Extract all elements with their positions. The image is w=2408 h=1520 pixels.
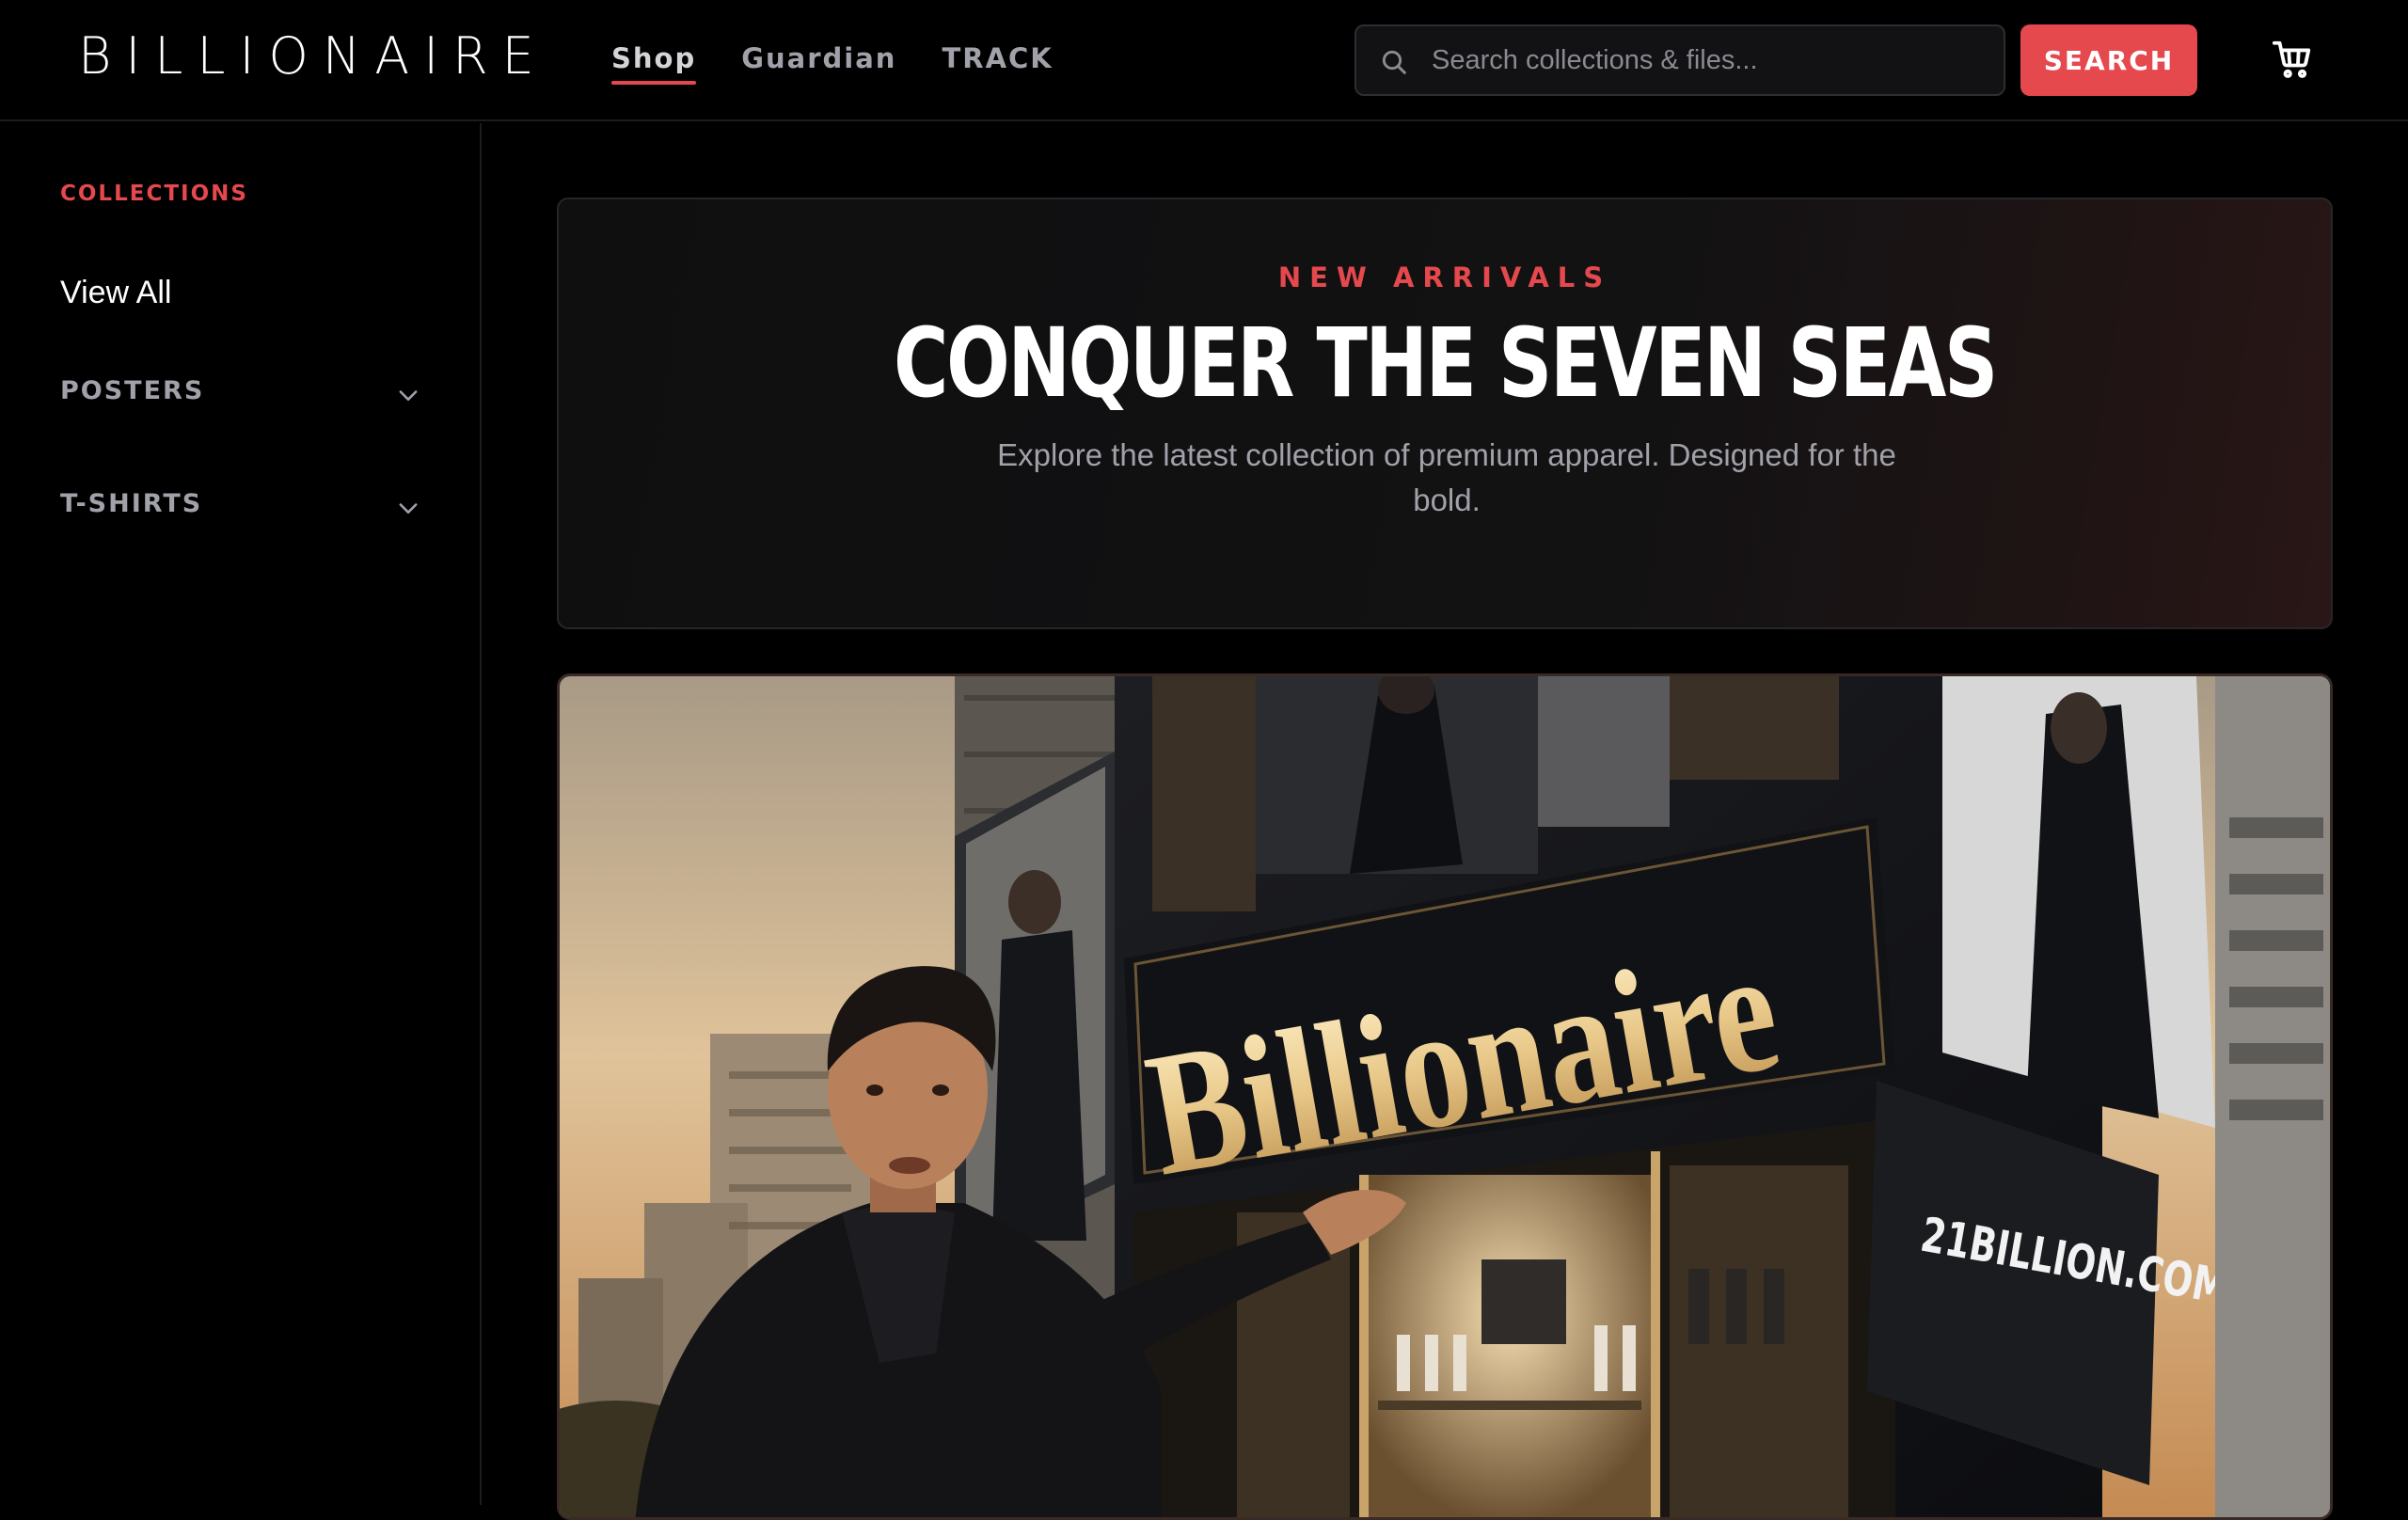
hero-title: CONQUER THE SEVEN SEAS [894, 308, 1998, 420]
top-header: BILLIONAIRE Shop Guardian TRACK SEARCH [0, 0, 2408, 121]
sidebar-view-all[interactable]: View All [60, 275, 171, 311]
sidebar-group-posters[interactable]: POSTERS [60, 365, 421, 421]
hero-banner: NEW ARRIVALS CONQUER THE SEVEN SEAS Expl… [557, 198, 2333, 629]
chevron-down-icon[interactable] [395, 495, 421, 521]
search-button[interactable]: SEARCH [2020, 24, 2197, 96]
sidebar-heading: COLLECTIONS [60, 182, 248, 206]
search-box [1354, 24, 2005, 96]
collections-sidebar: COLLECTIONS View All POSTERS T-SHIRTS [0, 123, 482, 1505]
main-nav: Shop Guardian TRACK [611, 38, 1054, 85]
chevron-down-icon[interactable] [395, 382, 421, 408]
sidebar-group-label: T-SHIRTS [60, 489, 203, 518]
sidebar-group-tshirts[interactable]: T-SHIRTS [60, 478, 421, 534]
nav-track[interactable]: TRACK [942, 38, 1053, 79]
hero-eyebrow: NEW ARRIVALS [1277, 261, 1612, 293]
brand-logo[interactable]: BILLIONAIRE [78, 28, 548, 85]
storefront-illustration: Billionaire 21BILLION.COM [560, 676, 2330, 1517]
promo-image[interactable]: Billionaire 21BILLION.COM [557, 673, 2333, 1520]
hero-subtitle: Explore the latest collection of premium… [997, 437, 1896, 517]
nav-guardian[interactable]: Guardian [741, 38, 896, 79]
nav-shop[interactable]: Shop [611, 38, 697, 85]
search-icon [1382, 50, 1406, 74]
search-input[interactable] [1432, 26, 1987, 94]
cart-icon[interactable] [2271, 38, 2314, 81]
sidebar-group-label: POSTERS [60, 376, 205, 405]
